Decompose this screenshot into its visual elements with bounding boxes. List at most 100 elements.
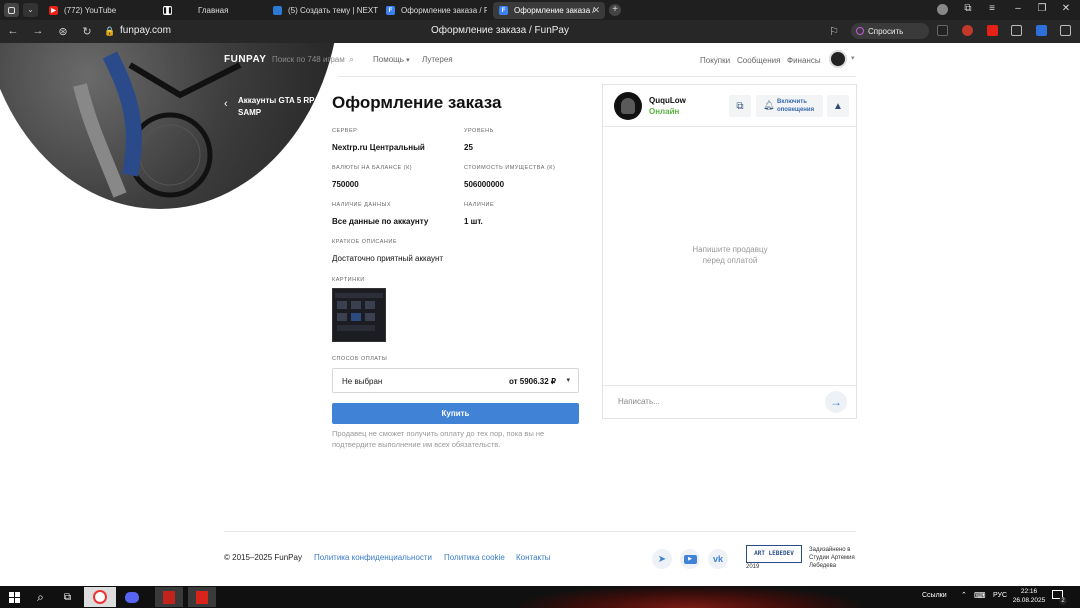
nav-messages[interactable]: Сообщения <box>737 56 780 65</box>
keyboard-icon[interactable]: ⌨ <box>974 591 986 600</box>
bookmark-icon[interactable]: ⚐ <box>827 24 841 38</box>
payment-selected-value: Не выбран <box>342 377 383 386</box>
field-data-availability: Наличие данных Все данные по аккаунту <box>332 202 429 226</box>
notifications-button[interactable]: 2 <box>1052 590 1067 605</box>
tabs-dropdown-button[interactable]: ⌄ <box>23 3 38 17</box>
seller-name[interactable]: QuquLow <box>649 96 686 105</box>
forward-icon[interactable]: → <box>31 24 45 38</box>
minimize-icon[interactable]: – <box>1011 3 1025 14</box>
enable-notifications-button[interactable]: 🔔︎ Включить оповещения <box>756 95 823 117</box>
design-credit[interactable]: Задизайнено в Студии Артемия Лебедева <box>809 546 859 570</box>
extension-translate-icon[interactable] <box>1036 25 1047 36</box>
header-divider <box>338 76 856 77</box>
footer-link-cookie[interactable]: Политика cookie <box>444 553 505 562</box>
copy-icon: ⧉ <box>736 100 744 112</box>
tab-nextrp-forum[interactable]: (5) Создать тему | NEXTR <box>270 2 378 19</box>
app-taskbar-icon[interactable] <box>155 587 183 607</box>
screenshot-thumbnail[interactable] <box>332 288 386 342</box>
lock-icon: 🔒 <box>104 25 116 36</box>
search-icon[interactable]: ⌕ <box>30 587 51 607</box>
close-tab-icon[interactable]: ✕ <box>592 5 600 16</box>
site-logo[interactable]: FUNPAY <box>224 54 266 65</box>
notification-count-badge: 2 <box>1059 597 1067 605</box>
send-button[interactable]: → <box>825 391 847 413</box>
vk-link[interactable]: vk <box>708 549 728 569</box>
nav-lottery[interactable]: Лутерея <box>422 55 453 64</box>
netflix-taskbar-icon[interactable] <box>188 587 216 607</box>
payment-method-select[interactable]: Не выбран от 5906.32 ₽ ▾ <box>332 368 579 393</box>
start-button[interactable] <box>4 587 25 607</box>
category-back-link[interactable]: Аккаунты GTA 5 RP, SAMP <box>238 95 322 119</box>
menu-icon[interactable]: ≡ <box>985 3 999 14</box>
language-indicator[interactable]: РУС <box>993 592 1007 599</box>
telegram-icon: ➤ <box>657 553 667 565</box>
tab-funpay-order-active[interactable]: F Оформление заказа / ✕ <box>493 2 605 19</box>
hero-background-image <box>0 43 340 209</box>
report-button[interactable]: ▲ <box>827 95 849 117</box>
back-icon[interactable]: ← <box>6 24 20 38</box>
art-lebedev-logo[interactable]: ART LEBEDEV <box>746 545 802 563</box>
funpay-icon: F <box>386 6 395 15</box>
chat-input-divider <box>603 385 856 386</box>
collections-icon[interactable]: ⧉ <box>961 3 975 14</box>
footer-copyright: © 2015–2025 FunPay <box>224 553 302 562</box>
page-title: Оформление заказа <box>332 93 502 112</box>
field-description: Краткое описание Достаточно приятный акк… <box>332 239 444 263</box>
field-balance: Валюты на балансе (к) 750000 <box>332 165 413 189</box>
nav-purchases[interactable]: Покупки <box>700 56 730 65</box>
user-avatar[interactable] <box>829 50 847 68</box>
search-input[interactable]: Поиск по 748 играм <box>272 55 345 64</box>
telegram-link[interactable]: ➤ <box>652 549 672 569</box>
extension-red-icon[interactable] <box>962 25 973 36</box>
extension-puzzle-icon[interactable] <box>1011 25 1022 36</box>
page-content: FUNPAY Поиск по 748 играм ⌕ Помощь ▾ Лут… <box>0 43 1080 586</box>
field-property-value: Стоимость имущества (к) 506000000 <box>464 165 556 189</box>
clock[interactable]: 22:16 26.08.2025 <box>1010 587 1048 605</box>
browser-menu-button[interactable] <box>4 3 19 17</box>
footer-link-contacts[interactable]: Контакты <box>516 553 551 562</box>
vk-icon: vk <box>712 554 723 564</box>
close-window-icon[interactable]: ✕ <box>1059 3 1073 14</box>
address-bar: ← → ⊛ ↻ 🔒 funpay.com Оформление заказа /… <box>0 20 1080 43</box>
warning-icon: ▲ <box>833 100 843 112</box>
chevron-up-icon[interactable]: ⌃ <box>961 591 967 599</box>
tab-home[interactable]: ❚❚ Главная <box>160 2 265 19</box>
profile-icon[interactable] <box>937 4 948 15</box>
page-title-display: Оформление заказа / FunPay <box>431 25 569 36</box>
yandex-browser-taskbar-icon[interactable] <box>84 587 116 607</box>
taskbar-links-label[interactable]: Ссылки <box>922 592 947 599</box>
nav-finances[interactable]: Финансы <box>787 56 821 65</box>
vk-extension-icon[interactable] <box>937 25 948 36</box>
tab-funpay-order-1[interactable]: F Оформление заказа / Fun <box>383 2 487 19</box>
buy-button[interactable]: Купить <box>332 403 579 424</box>
funpay-icon: F <box>499 6 508 15</box>
seller-avatar[interactable] <box>614 92 642 120</box>
restore-icon[interactable]: ❐ <box>1035 3 1049 14</box>
ask-button[interactable]: Спросить <box>851 23 929 39</box>
url-field[interactable]: funpay.com <box>120 25 171 36</box>
chat-header-divider <box>603 126 856 127</box>
nav-help[interactable]: Помощь ▾ <box>373 55 410 64</box>
downloads-icon[interactable] <box>1060 25 1071 36</box>
reload-icon[interactable]: ↻ <box>80 24 94 38</box>
youtube-link[interactable]: ▶ <box>680 549 700 569</box>
extension-youtube-icon[interactable] <box>987 25 998 36</box>
new-tab-button[interactable]: + <box>609 4 621 16</box>
task-view-icon[interactable]: ⧉ <box>57 587 78 607</box>
seller-chat-panel: QuquLow Онлайн ⧉ 🔔︎ Включить оповещения … <box>602 84 857 419</box>
search-icon[interactable]: ⌕ <box>349 54 354 65</box>
message-input[interactable]: Написать... <box>618 397 660 406</box>
seller-status: Онлайн <box>649 107 680 116</box>
protect-icon[interactable]: ⊛ <box>56 24 70 38</box>
yandex-menu-icon <box>8 6 15 14</box>
tab-youtube[interactable]: ▶ (772) YouTube <box>46 2 156 19</box>
pause-icon: ❚❚ <box>162 6 173 15</box>
design-year: 2019 <box>746 564 760 570</box>
discord-taskbar-icon[interactable] <box>120 587 144 607</box>
chevron-down-icon[interactable]: ▾ <box>851 54 855 62</box>
payment-price: от 5906.32 ₽ <box>508 377 556 386</box>
footer-link-privacy[interactable]: Политика конфиденциальности <box>314 553 432 562</box>
copy-button[interactable]: ⧉ <box>729 95 751 117</box>
back-chevron-icon[interactable]: ‹ <box>224 98 228 110</box>
payment-notice: Продавец не сможет получить оплату до те… <box>332 429 545 449</box>
